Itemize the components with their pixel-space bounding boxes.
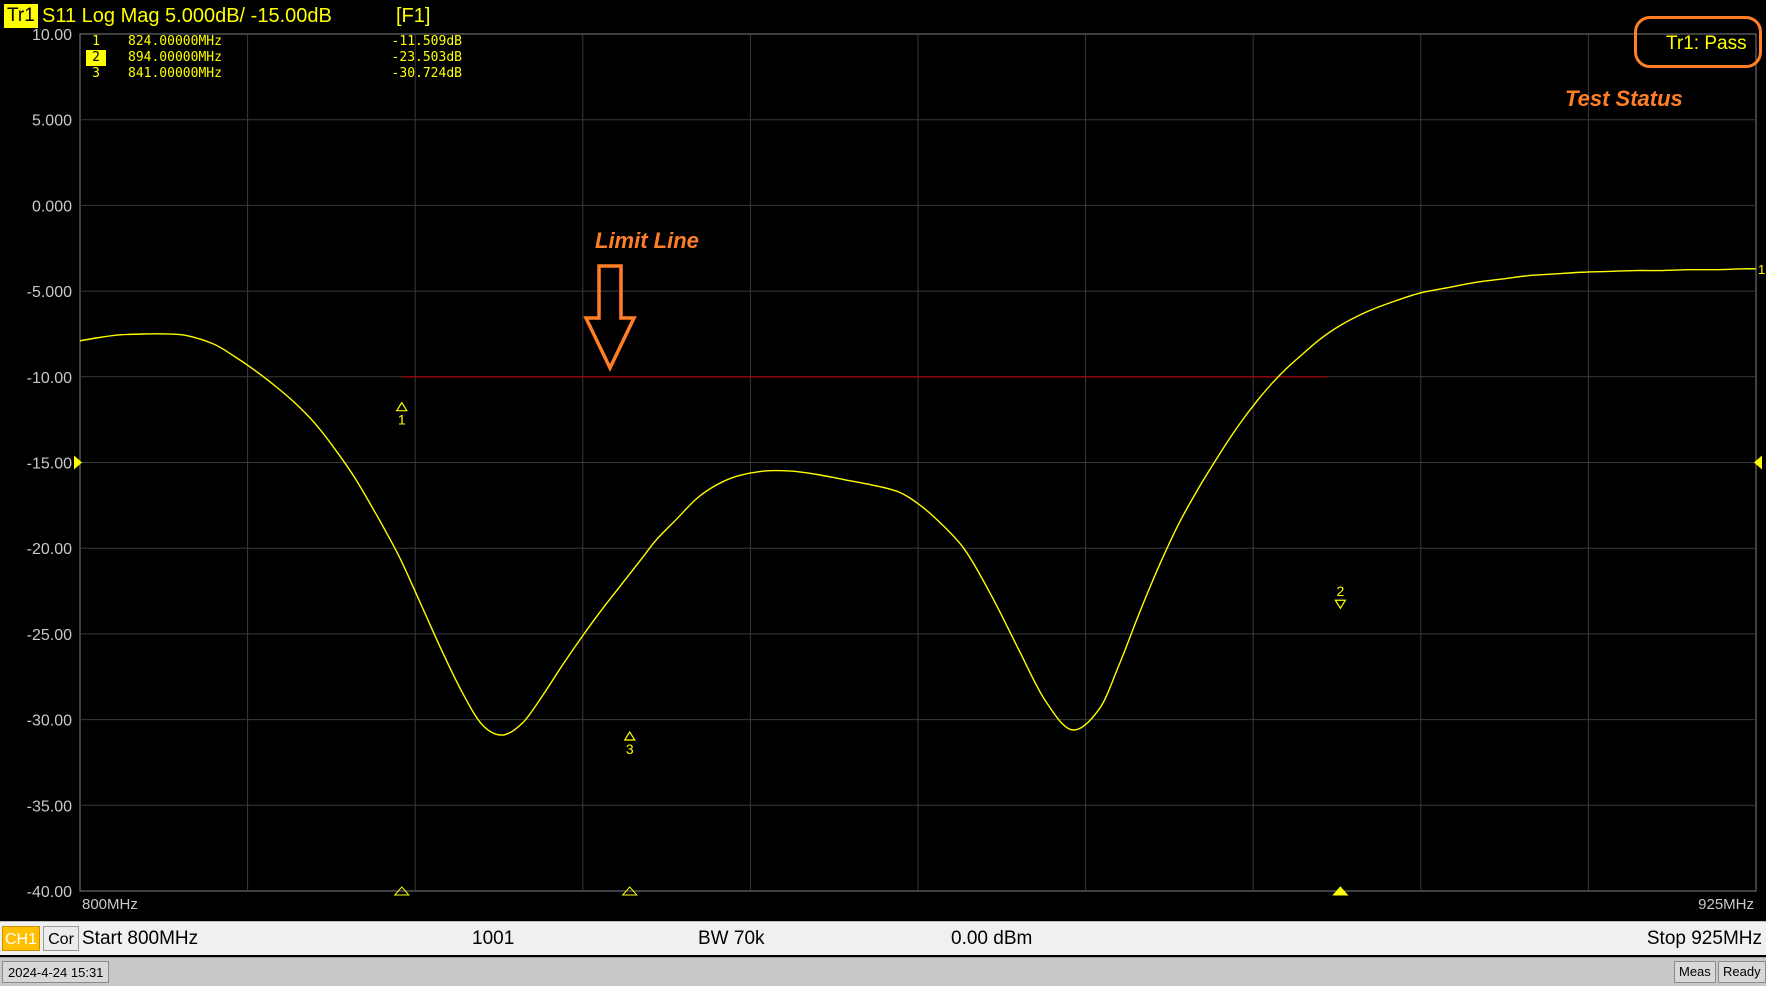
marker-number: 2 — [86, 50, 106, 66]
y-tick-label: -20.00 — [27, 541, 72, 558]
x-tick-label: 925MHz — [1698, 896, 1754, 913]
date-time: 2024-4-24 15:31 — [2, 961, 110, 983]
trace-badge[interactable]: Tr1 — [4, 4, 38, 28]
marker-row[interactable]: 2 894.00000MHz -23.503dB — [86, 50, 462, 66]
channel-bar: CH1 Cor Start 800MHz 1001 BW 70k 0.00 dB… — [0, 921, 1766, 955]
trace-function-key: [F1] — [396, 5, 431, 27]
channel-badge[interactable]: CH1 — [2, 926, 40, 951]
marker-triangle — [395, 401, 408, 412]
correction-badge[interactable]: Cor — [43, 926, 79, 951]
y-tick-label: -15.00 — [27, 456, 72, 473]
marker-value: -23.503dB — [391, 50, 462, 65]
y-tick-label: 0.000 — [32, 198, 72, 215]
marker-row[interactable]: 1 824.00000MHz -11.509dB — [86, 34, 462, 50]
reference-pointer-left — [74, 455, 82, 470]
marker-value: -30.724dB — [391, 66, 462, 81]
if-bandwidth[interactable]: BW 70k — [698, 926, 765, 951]
start-frequency[interactable]: Start 800MHz — [82, 926, 198, 951]
stop-frequency[interactable]: Stop 925MHz — [1647, 926, 1762, 951]
marker-frequency: 894.00000MHz — [128, 50, 222, 65]
marker-number: 1 — [92, 34, 100, 49]
marker-number: 3 — [92, 66, 100, 81]
limit-line-annotation: Limit Line — [595, 228, 699, 253]
x-tick-label: 800MHz — [82, 896, 138, 913]
marker-frequency: 841.00000MHz — [128, 66, 222, 81]
limit-line-arrow-icon — [583, 264, 637, 373]
marker-triangle — [623, 730, 636, 741]
test-status-annotation: Test Status — [1565, 86, 1683, 111]
y-tick-label: -25.00 — [27, 627, 72, 644]
marker-label: 3 — [626, 741, 634, 757]
trace-title[interactable]: S11 Log Mag 5.000dB/ -15.00dB — [42, 3, 332, 29]
y-tick-label: -5.000 — [27, 284, 72, 301]
y-tick-label: -40.00 — [27, 884, 72, 901]
y-tick-label: -30.00 — [27, 713, 72, 730]
marker-table: 1 824.00000MHz -11.509dB 2 894.00000MHz … — [86, 34, 462, 82]
marker-label: 1 — [398, 412, 406, 428]
marker-frequency: 824.00000MHz — [128, 34, 222, 49]
marker-triangle — [1334, 599, 1347, 610]
status-bar: 2024-4-24 15:31 Meas Ready — [0, 957, 1766, 986]
y-tick-label: -35.00 — [27, 798, 72, 815]
test-status-value: Tr1: Pass — [1666, 33, 1747, 54]
source-power[interactable]: 0.00 dBm — [951, 926, 1032, 951]
sweep-points[interactable]: 1001 — [472, 926, 514, 951]
analyzer-screen: 10.00 5.000 0.000 -5.000 -10.00 -15.00 -20.00-… — [0, 0, 1766, 986]
marker-label: 2 — [1336, 583, 1344, 599]
trace-end-label: 1 — [1758, 262, 1765, 277]
marker-row[interactable]: 3 841.00000MHz -30.724dB — [86, 66, 462, 82]
chart-plot: 10.005.0000.000-5.000-10.00-15.00-20.00-… — [27, 27, 1766, 913]
y-tick-label: 5.000 — [32, 113, 72, 130]
reference-pointer-right — [1754, 455, 1762, 470]
trace-header: Tr1 S11 Log Mag 5.000dB/ -15.00dB [F1] — [0, 0, 1766, 32]
y-tick-label: -10.00 — [27, 370, 72, 387]
ready-indicator: Ready — [1718, 961, 1766, 983]
meas-indicator[interactable]: Meas — [1674, 961, 1716, 983]
marker-value: -11.509dB — [391, 34, 462, 49]
